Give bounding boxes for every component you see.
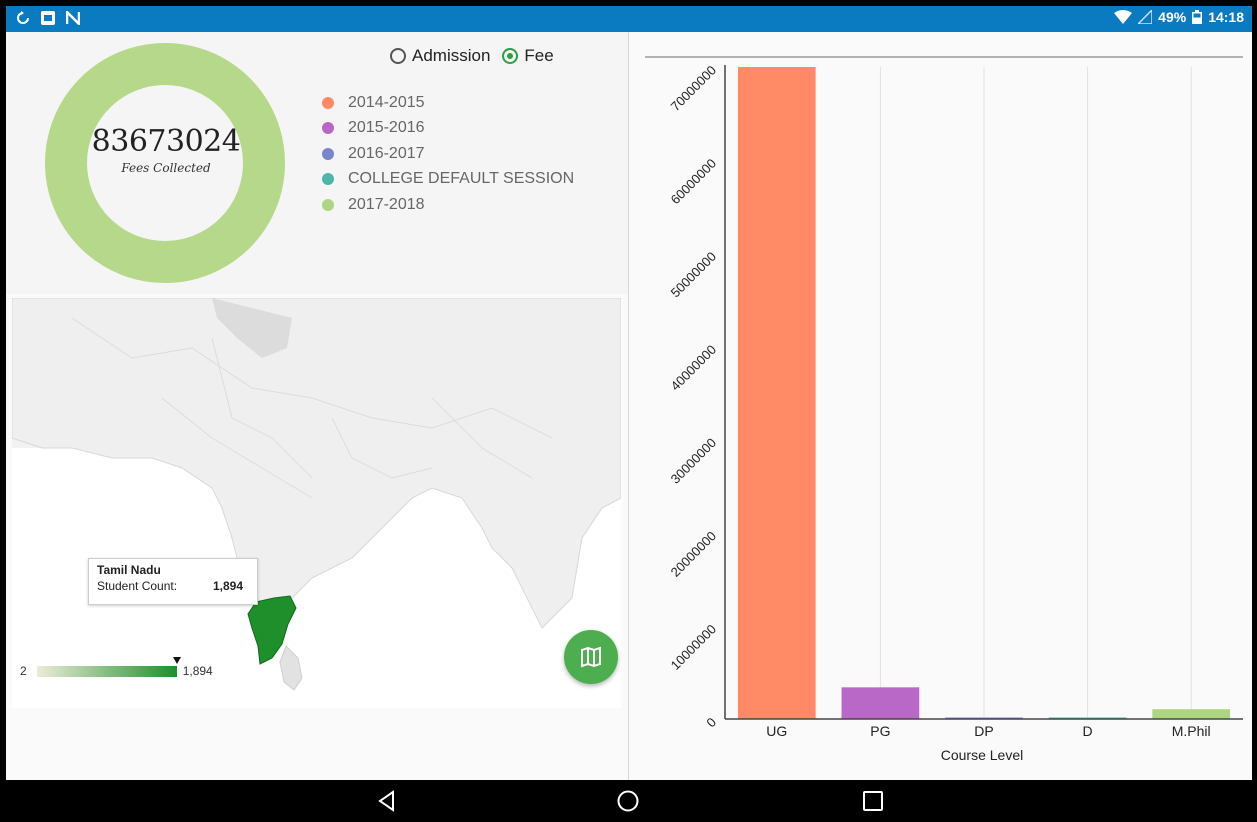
- legend-item[interactable]: 2016-2017: [322, 141, 574, 167]
- sync-icon: [17, 11, 29, 24]
- n-icon: [66, 11, 80, 25]
- bar-pg[interactable]: [841, 687, 920, 719]
- y-tick-label: 60000000: [668, 156, 720, 208]
- legend-dot: [322, 198, 334, 211]
- legend-label: 2014-2015: [348, 93, 425, 111]
- y-tick-label: 0: [703, 715, 719, 731]
- scale-max: 1,894: [182, 664, 213, 678]
- status-right: 49% 14:18: [1114, 9, 1244, 25]
- map-tooltip: Tamil Nadu Student Count: 1,894: [88, 558, 258, 605]
- legend-dot: [322, 173, 334, 186]
- scale-min: 2: [20, 664, 27, 678]
- color-scale: 2 1,894: [20, 656, 213, 678]
- tooltip-value: 1,894: [212, 579, 243, 593]
- scale-bar: [36, 656, 181, 677]
- fee-radio[interactable]: [502, 48, 519, 64]
- back-icon[interactable]: [375, 789, 399, 813]
- battery-icon: [1192, 10, 1203, 24]
- x-axis-label: Course Level: [941, 747, 1024, 763]
- tooltip-row: Student Count: 1,894: [97, 579, 249, 593]
- right-panel: 0 10000000 20000000 30000000 40000000 5000000…: [629, 32, 1252, 780]
- xtick-layer: UG PG DP D M.Phil: [766, 723, 1210, 739]
- course-level-chart: 0 10000000 20000000 30000000 40000000 5000000…: [645, 56, 1243, 763]
- map-icon: [581, 646, 601, 668]
- y-tick-label: 50000000: [668, 249, 720, 301]
- wifi-icon: [1114, 10, 1133, 24]
- fees-caption: Fees Collected: [121, 161, 211, 175]
- y-tick-label: 30000000: [668, 435, 720, 487]
- x-tick-label: UG: [766, 723, 787, 739]
- bar-mphil[interactable]: [1152, 709, 1231, 719]
- y-tick-label: 20000000: [668, 528, 720, 580]
- scale-marker: [172, 656, 181, 664]
- legend-item[interactable]: 2014-2015: [322, 90, 574, 116]
- legend-item[interactable]: COLLEGE DEFAULT SESSION: [322, 167, 574, 193]
- legend-dot: [322, 147, 334, 160]
- y-tick-label: 10000000: [668, 621, 720, 673]
- mode-toggle: Admission Fee: [390, 46, 554, 66]
- legend-label: COLLEGE DEFAULT SESSION: [348, 170, 575, 188]
- donut-center: 83673024 Fees Collected: [46, 82, 286, 175]
- legend-item[interactable]: 2015-2016: [322, 116, 574, 142]
- signal-icon: [1138, 10, 1153, 24]
- legend-label: 2017-2018: [348, 195, 425, 213]
- legend-label: 2016-2017: [348, 144, 425, 162]
- recents-icon[interactable]: [862, 790, 884, 812]
- map-shapes: [12, 298, 621, 708]
- session-legend: 2014-2015 2015-2016 2016-2017 COLLEGE DE…: [322, 90, 574, 218]
- x-tick-label: D: [1083, 723, 1093, 739]
- clock: 14:18: [1208, 9, 1244, 25]
- ytick-layer: 0 10000000 20000000 30000000 40000000 5000000…: [668, 63, 720, 731]
- tooltip-label: Student Count:: [97, 579, 178, 593]
- x-tick-label: DP: [974, 723, 993, 739]
- nav-bar: [0, 780, 1257, 822]
- y-tick-label: 70000000: [668, 63, 720, 115]
- y-tick-label: 40000000: [668, 342, 720, 394]
- fee-label[interactable]: Fee: [524, 46, 553, 66]
- tooltip-title: Tamil Nadu: [97, 563, 161, 577]
- app-frame: 49% 14:18 83673024 Fees Collected Admiss…: [6, 6, 1252, 780]
- map-toggle-button[interactable]: [564, 630, 618, 684]
- grid-layer: [776, 67, 1192, 719]
- legend-item[interactable]: 2017-2018: [322, 192, 574, 218]
- fee-summary-card: 83673024 Fees Collected Admission Fee 20…: [6, 32, 628, 294]
- battery-percent: 49%: [1158, 9, 1187, 25]
- admission-label[interactable]: Admission: [412, 46, 490, 66]
- bar-ug[interactable]: [737, 67, 816, 719]
- admission-radio[interactable]: [390, 48, 406, 64]
- legend-dot: [322, 122, 334, 135]
- x-tick-label: M.Phil: [1172, 723, 1211, 739]
- x-tick-label: PG: [870, 723, 890, 739]
- status-left-icons: [16, 10, 80, 26]
- legend-label: 2015-2016: [348, 119, 425, 137]
- legend-dot: [322, 96, 334, 109]
- left-panel: 83673024 Fees Collected Admission Fee 20…: [6, 32, 628, 780]
- geo-map[interactable]: Tamil Nadu Student Count: 1,894 2 1,894: [12, 298, 621, 708]
- fees-total: 83673024: [91, 124, 241, 159]
- status-bar: 49% 14:18: [6, 6, 1252, 32]
- home-icon[interactable]: [616, 789, 640, 813]
- app-icon: [41, 11, 55, 25]
